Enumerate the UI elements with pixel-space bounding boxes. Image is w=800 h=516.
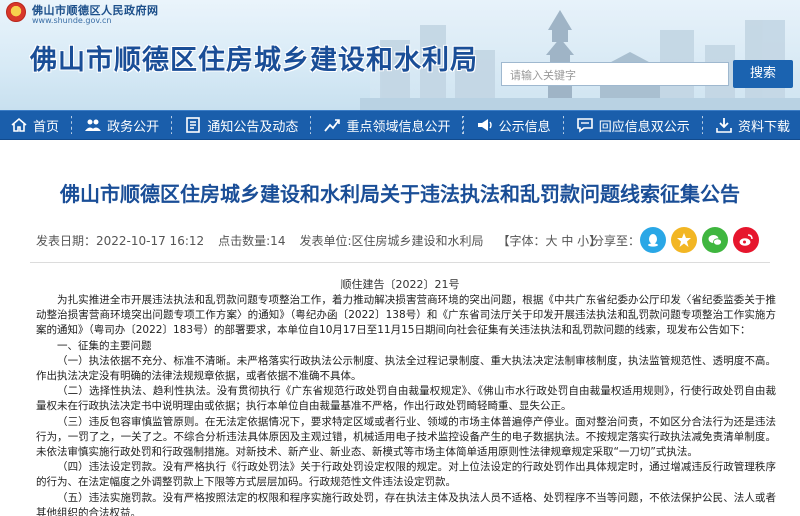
home-icon (10, 116, 28, 134)
article-paragraph: （五）违法实施罚款。没有严格按照法定的权限和程序实施行政处罚，存在执法主体及执法… (36, 491, 776, 516)
document-icon (184, 116, 202, 134)
nav-divider (701, 116, 703, 134)
nav-item-public-info[interactable]: 公示信息 (466, 110, 561, 140)
font-size-switcher[interactable]: 【字体：大 中 小】 (498, 232, 602, 249)
nav-item-notices[interactable]: 通知公告及动态 (174, 110, 308, 140)
qq-share-icon[interactable] (640, 227, 666, 253)
publish-time: 发表日期：2022-10-17 16:12 (36, 234, 205, 248)
nav-item-key-areas[interactable]: 重点领域信息公开 (313, 110, 460, 140)
nav-item-downloads[interactable]: 资料下载 (705, 110, 800, 140)
nav-label: 首页 (33, 119, 60, 135)
chat-icon (576, 116, 594, 134)
weibo-share-icon[interactable] (733, 227, 759, 253)
article-meta: 发表日期：2022-10-17 16:12 点击数量:14 发表单位:区住房城乡… (36, 232, 601, 249)
nav-label: 回应信息双公示 (598, 119, 690, 135)
section-heading: 一、征集的主要问题 (57, 339, 152, 352)
announce-icon (476, 116, 494, 134)
nav-divider (310, 116, 312, 134)
article-paragraph: （一）执法依据不充分、标准不清晰。未严格落实行政执法公示制度、执法全过程记录制度… (36, 354, 776, 383)
article-title: 佛山市顺德区住房城乡建设和水利局关于违法执法和乱罚款问题线索征集公告 (60, 182, 740, 206)
publisher: 发表单位:区住房城乡建设和水利局 (299, 234, 484, 248)
nav-item-response-info[interactable]: 回应信息双公示 (566, 110, 700, 140)
share-label: 分享至： (592, 234, 641, 248)
article-paragraph: （二）选择性执法、趋利性执法。没有贯彻执行《广东省规范行政处罚自由裁量权规定》、… (36, 385, 776, 413)
site-url: www.shunde.gov.cn (32, 16, 112, 25)
chart-icon (323, 116, 341, 134)
department-title: 佛山市顺德区住房城乡建设和水利局 (30, 45, 478, 76)
nav-label: 重点领域信息公开 (346, 119, 451, 135)
search-button[interactable]: 搜索 (733, 60, 793, 88)
national-emblem-icon (6, 2, 26, 22)
article-paragraph: （三）违反包容审慎监管原则。在无法定依据情况下，要求特定区域或者行业、领域的市场… (36, 415, 776, 459)
meta-divider (30, 262, 770, 263)
nav-label: 政务公开 (107, 119, 160, 135)
nav-divider (171, 116, 173, 134)
main-nav: 首页 政务公开 通知公告及动态 重点领域信息公开 公示信息 回应信息双公示 资料… (0, 110, 800, 140)
view-count: 点击数量:14 (218, 234, 286, 248)
nav-divider (462, 116, 464, 134)
nav-item-home[interactable]: 首页 (0, 110, 69, 140)
article-paragraph: （四）违法设定罚款。没有严格执行《行政处罚法》关于行政处罚设定权限的规定。对上位… (36, 461, 776, 489)
search-input[interactable]: 请输入关键字 (501, 62, 729, 86)
qzone-share-icon[interactable] (671, 227, 697, 253)
download-icon (715, 116, 733, 134)
nav-item-government-affairs[interactable]: 政务公开 (74, 110, 169, 140)
article-paragraph: 为扎实推进全市开展违法执法和乱罚款问题专项整治工作，着力推动解决损害营商环境的突… (36, 294, 776, 337)
wechat-share-icon[interactable] (702, 227, 728, 253)
nav-divider (71, 116, 73, 134)
document-number: 顺住建告〔2022〕21号 (340, 278, 460, 291)
nav-label: 通知公告及动态 (207, 119, 299, 135)
article-body: 为扎实推进全市开展违法执法和乱罚款问题专项整治工作，着力推动解决损害营商环境的突… (36, 293, 776, 516)
nav-label: 公示信息 (498, 119, 551, 135)
site-header: 佛山市顺德区人民政府网 www.shunde.gov.cn 佛山市顺德区住房城乡… (0, 0, 800, 110)
nav-divider (562, 116, 564, 134)
nav-label: 资料下载 (737, 119, 790, 135)
people-icon (84, 116, 102, 134)
